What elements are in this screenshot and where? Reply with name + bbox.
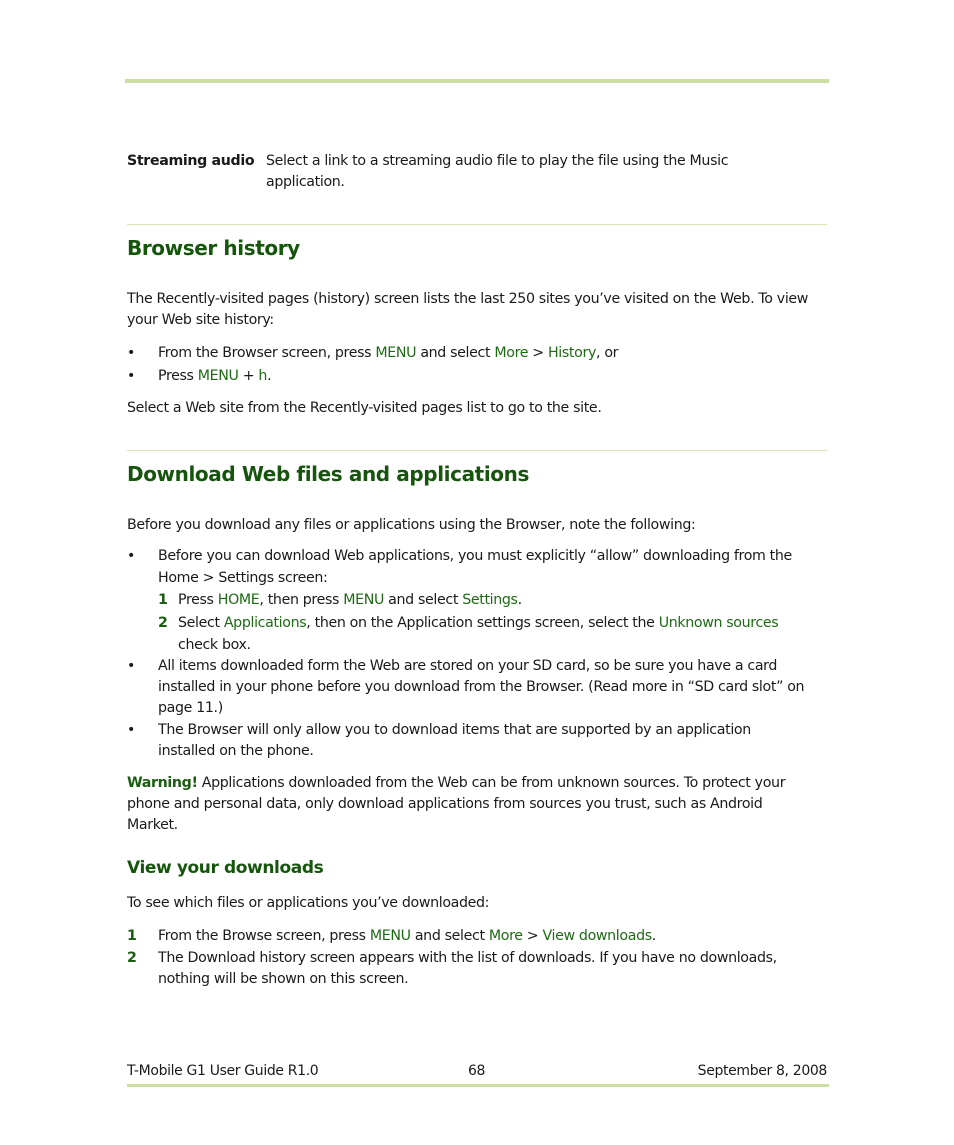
step-item-line: check box. bbox=[178, 637, 251, 653]
heading-view-downloads: View your downloads bbox=[127, 858, 324, 878]
bullet-icon: • bbox=[127, 345, 136, 361]
keyword-menu: MENU bbox=[375, 345, 417, 361]
paragraph-line: The Recently-visited pages (history) scr… bbox=[127, 291, 809, 307]
warning-line: Market. bbox=[127, 817, 178, 833]
list-item-line: Home > Settings screen: bbox=[158, 570, 328, 586]
bullet-icon: • bbox=[127, 658, 136, 674]
keyword-more: More bbox=[488, 928, 523, 944]
paragraph-line: Before you download any files or applica… bbox=[127, 517, 696, 533]
text: , then on the Application settings scree… bbox=[306, 615, 659, 631]
warning-label: Warning! bbox=[127, 775, 198, 791]
list-item-line: All items downloaded form the Web are st… bbox=[158, 658, 778, 674]
bullet-icon: • bbox=[127, 548, 136, 564]
list-item-line: installed on the phone. bbox=[158, 743, 314, 759]
definition-desc-line2: application. bbox=[266, 174, 345, 190]
footer-accent-bar bbox=[127, 1084, 829, 1087]
step-item: Select Applications, then on the Applica… bbox=[178, 613, 779, 634]
section-divider bbox=[127, 224, 827, 225]
step-number: 1 bbox=[158, 592, 168, 608]
text: . bbox=[651, 928, 657, 944]
keyword-menu: MENU bbox=[197, 368, 239, 384]
warning-line: Warning! Applications downloaded from th… bbox=[127, 773, 786, 794]
text: Press bbox=[158, 368, 198, 384]
text: . bbox=[267, 368, 272, 384]
text: , or bbox=[596, 345, 619, 361]
keyword-menu: MENU bbox=[369, 928, 411, 944]
text: + bbox=[238, 368, 259, 384]
list-item-line: installed in your phone before you downl… bbox=[158, 679, 805, 695]
text: and select bbox=[416, 345, 495, 361]
heading-download-web-files: Download Web files and applications bbox=[127, 462, 529, 486]
list-item-line: Before you can download Web applications… bbox=[158, 548, 792, 564]
step-item: Press HOME, then press MENU and select S… bbox=[178, 590, 522, 611]
header-accent-bar bbox=[125, 79, 829, 83]
text: > bbox=[528, 345, 548, 361]
step-item-line: nothing will be shown on this screen. bbox=[158, 971, 409, 987]
step-item-line: The Download history screen appears with… bbox=[158, 950, 777, 966]
keyword-h: h bbox=[258, 368, 268, 384]
step-number: 2 bbox=[127, 950, 137, 966]
text: > bbox=[522, 928, 543, 944]
text: From the Browse screen, press bbox=[158, 928, 370, 944]
definition-term: Streaming audio bbox=[127, 153, 255, 169]
warning-line: phone and personal data, only download a… bbox=[127, 796, 763, 812]
paragraph-line: Select a Web site from the Recently-visi… bbox=[127, 400, 602, 416]
step-number: 2 bbox=[158, 615, 168, 631]
text: and select bbox=[384, 592, 463, 608]
footer-page-number: 68 bbox=[468, 1063, 486, 1079]
paragraph-line: To see which files or applications you’v… bbox=[127, 895, 490, 911]
footer-date: September 8, 2008 bbox=[697, 1063, 828, 1079]
footer-guide-title: T-Mobile G1 User Guide R1.0 bbox=[127, 1063, 319, 1079]
keyword-more: More bbox=[494, 345, 529, 361]
text: . bbox=[517, 592, 523, 608]
step-item: From the Browse screen, press MENU and s… bbox=[158, 926, 656, 947]
heading-browser-history: Browser history bbox=[127, 236, 300, 260]
list-item-line: The Browser will only allow you to downl… bbox=[158, 722, 751, 738]
keyword-view-downloads: View downloads bbox=[542, 928, 653, 944]
text: Press bbox=[178, 592, 218, 608]
keyword-unknown-sources: Unknown sources bbox=[658, 615, 779, 631]
section-divider bbox=[127, 450, 827, 451]
bullet-icon: • bbox=[127, 368, 136, 384]
list-item: Press MENU + h. bbox=[158, 366, 272, 387]
keyword-home: HOME bbox=[217, 592, 260, 608]
text: Applications downloaded from the Web can… bbox=[197, 775, 786, 791]
definition-desc-line1: Select a link to a streaming audio file … bbox=[266, 153, 729, 169]
text: , then press bbox=[259, 592, 344, 608]
bullet-icon: • bbox=[127, 722, 136, 738]
list-item-line: page 11.) bbox=[158, 700, 223, 716]
keyword-history: History bbox=[547, 345, 597, 361]
keyword-applications: Applications bbox=[223, 615, 307, 631]
step-number: 1 bbox=[127, 928, 137, 944]
keyword-menu: MENU bbox=[343, 592, 385, 608]
paragraph-line: your Web site history: bbox=[127, 312, 274, 328]
keyword-settings: Settings bbox=[462, 592, 518, 608]
text: and select bbox=[410, 928, 489, 944]
text: From the Browser screen, press bbox=[158, 345, 376, 361]
list-item: From the Browser screen, press MENU and … bbox=[158, 343, 619, 364]
text: Select bbox=[178, 615, 224, 631]
